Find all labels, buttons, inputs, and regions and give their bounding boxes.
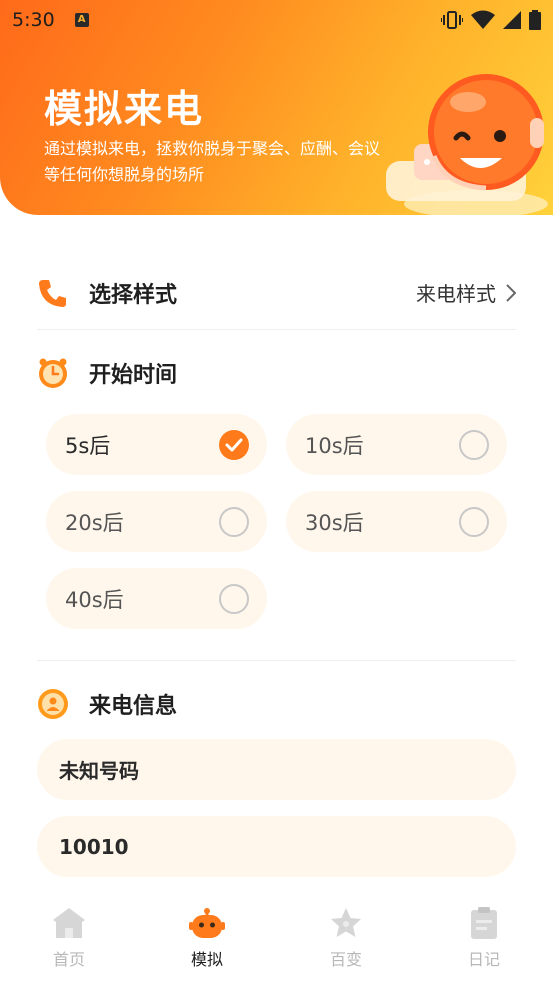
time-option-10s[interactable]: 10s后 (286, 414, 507, 475)
bottom-tab-bar: 首页 模拟 百变 日记 (0, 898, 553, 984)
call-info-label: 来电信息 (89, 694, 178, 719)
radio-unchecked-icon[interactable] (459, 429, 489, 460)
app-notification-icon: A (74, 13, 89, 27)
battery-icon (529, 10, 541, 30)
tab-label: 模拟 (190, 950, 223, 969)
page-description: 通过模拟来电，拯救你脱身于聚会、应酬、会议等任何你想脱身的场所 (44, 139, 381, 184)
divider (37, 660, 516, 661)
radio-unchecked-icon[interactable] (459, 506, 489, 537)
radio-checked-icon[interactable] (219, 429, 249, 460)
time-option-40s[interactable]: 40s后 (46, 568, 267, 629)
tab-label: 日记 (467, 950, 500, 969)
select-style-label: 选择样式 (89, 282, 178, 308)
star-icon (331, 908, 361, 937)
tab-simulate[interactable]: 模拟 (167, 906, 247, 970)
alarm-clock-icon (37, 357, 69, 389)
caller-name-field[interactable]: 未知号码 (37, 739, 516, 800)
time-option-label: 20s后 (65, 510, 124, 535)
style-value-text: 来电样式 (416, 282, 496, 306)
time-option-30s[interactable]: 30s后 (286, 491, 507, 552)
chevron-right-icon (506, 283, 516, 302)
wifi-icon (471, 10, 495, 29)
tab-home[interactable]: 首页 (29, 906, 109, 970)
hero-banner: 5:30 A 模拟来电 通过模拟来电，拯救你脱身于聚会、应酬、会议等任何你想脱身… (0, 0, 553, 215)
home-icon (53, 908, 85, 938)
time-option-label: 30s后 (305, 510, 364, 535)
time-option-label: 40s后 (65, 587, 124, 612)
mascot-robot-illustration (386, 74, 548, 215)
page-title: 模拟来电 (44, 87, 205, 131)
status-bar: 5:30 A (0, 0, 553, 40)
time-option-5s[interactable]: 5s后 (46, 414, 267, 475)
time-option-label: 10s后 (305, 433, 364, 458)
style-value: 来电样式 (416, 278, 516, 307)
time-option-20s[interactable]: 20s后 (46, 491, 267, 552)
signal-icon (503, 11, 521, 29)
phone-icon (37, 277, 69, 309)
tab-label: 首页 (52, 950, 85, 969)
select-style-row[interactable]: 选择样式 来电样式 (37, 256, 516, 330)
radio-unchecked-icon[interactable] (219, 506, 249, 537)
diary-icon (471, 907, 497, 939)
call-info-header: 来电信息 (37, 682, 177, 726)
tab-variety[interactable]: 百变 (306, 906, 386, 970)
status-indicators (441, 10, 541, 30)
start-time-label: 开始时间 (89, 363, 178, 388)
vibrate-icon (441, 11, 463, 29)
radio-unchecked-icon[interactable] (219, 583, 249, 614)
tab-label: 百变 (329, 950, 362, 969)
time-option-label: 5s后 (65, 433, 111, 458)
user-icon (37, 688, 69, 720)
caller-number-field[interactable]: 10010 (37, 816, 516, 877)
robot-icon (189, 908, 225, 938)
tab-diary[interactable]: 日记 (444, 906, 524, 970)
start-time-header: 开始时间 (37, 352, 177, 394)
status-time: 5:30 (12, 9, 55, 31)
